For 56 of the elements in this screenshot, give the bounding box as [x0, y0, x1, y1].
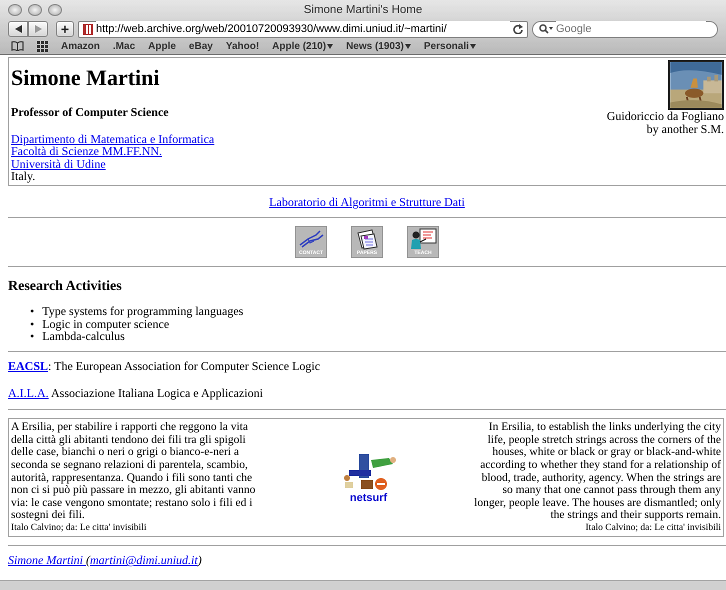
- page-title: Simone Martini: [11, 65, 160, 91]
- search-field[interactable]: Google: [532, 20, 718, 38]
- book-icon[interactable]: [11, 41, 24, 51]
- bookmark[interactable]: Apple: [148, 38, 176, 54]
- address-field[interactable]: http://web.archive.org/web/20010720093930/www.dimi.uniud.it/~martini/: [78, 20, 528, 38]
- research-item: Lambda-calculus: [42, 330, 125, 343]
- caret-icon: [470, 44, 476, 48]
- image-caption: by another S.M.: [646, 122, 724, 136]
- site-icon: [83, 24, 93, 34]
- caret-icon: [327, 44, 334, 48]
- lab-link[interactable]: Laboratorio di Algoritmi e Strutture Dati: [269, 194, 465, 209]
- association-description: Associazione Italiana Logica e Applicazioni: [50, 386, 263, 400]
- zoom-button[interactable]: [48, 4, 62, 16]
- bookmark[interactable]: .Mac: [112, 38, 136, 54]
- grid-icon[interactable]: [37, 40, 48, 52]
- add-bookmark-button[interactable]: +: [56, 21, 74, 37]
- country-text: Italy.: [11, 169, 36, 184]
- quote-source: Italo Calvino; da: Le citta' invisibili: [584, 522, 721, 534]
- back-button[interactable]: [8, 21, 28, 37]
- email-link[interactable]: martini@dimi.uniud.it: [90, 553, 198, 568]
- back-icon: [14, 25, 22, 33]
- bookmark[interactable]: Yahoo!: [226, 38, 260, 54]
- forward-icon: [34, 25, 42, 33]
- research-item: Logic in computer science: [42, 318, 170, 330]
- minimize-button[interactable]: [28, 4, 42, 16]
- name-link[interactable]: Simone Martini: [8, 553, 86, 568]
- bookmark[interactable]: Amazon: [61, 38, 100, 54]
- bullet: •: [30, 318, 34, 330]
- search-icon: [539, 24, 553, 34]
- italian-quote: A Ersilia, per stabilire i rapporti che reggono la vita della città gli abitanti tendono dei fili tra gli spigoli delle case, bianchi o neri o grigi o bianco-e-neri a seconda se segnano relazioni di parentela, scambio, autorità, rappresentanza. Quando i fili sono tanti che non ci si può più passare in mezzo, gli abitanti vanno via: le case vengono smontate; restano solo i fili ed i sostegni dei fili.: [11, 421, 256, 522]
- bullet: •: [30, 305, 34, 318]
- logo-text: netsurf: [348, 492, 388, 504]
- bookmark[interactable]: Apple (210): [272, 38, 334, 54]
- teacher-icon: [408, 226, 438, 250]
- association-link[interactable]: EACSL: [8, 358, 48, 373]
- affiliation-link[interactable]: Dipartimento di Matematica e Informatica: [11, 132, 214, 146]
- bullet: •: [30, 330, 34, 343]
- paren-text: (: [86, 553, 90, 568]
- association-link[interactable]: A.I.L.A.: [8, 386, 49, 400]
- close-button[interactable]: [8, 4, 22, 16]
- affiliation-link[interactable]: Facoltà di Scienze MM.FF.NN.: [11, 144, 162, 158]
- quote-source: Italo Calvino; da: Le citta' invisibili: [11, 522, 148, 534]
- english-quote: In Ersilia, to establish the links underlying the city life, people stretch strings across the corners of the houses, white or black or gray or black-and-white according to whether they stand for a relationship of blood, trade, authority, agency. When the strings are so many that one cannot pass through them any longer, people leave. The houses are dismantled; only the strings and their supports remain.: [473, 421, 721, 522]
- research-item: Type systems for programming languages: [42, 305, 244, 318]
- paren-text: ): [198, 553, 202, 568]
- section-heading: Research Activities: [8, 280, 123, 294]
- subtitle: Professor of Computer Science: [11, 106, 170, 119]
- reload-icon[interactable]: [513, 24, 523, 34]
- bookmark[interactable]: News (1903): [346, 38, 411, 54]
- window-title: Simone Martini's Home: [302, 3, 424, 18]
- bookmark[interactable]: Personali: [424, 38, 476, 54]
- image-caption: Guidoriccio da Fogliano: [606, 110, 724, 123]
- caret-icon: [404, 44, 411, 48]
- affiliation-link[interactable]: Università di Udine: [11, 156, 106, 171]
- association-description: : The European Association for Computer Science Logic: [48, 358, 320, 373]
- bookmark[interactable]: eBay: [188, 38, 213, 54]
